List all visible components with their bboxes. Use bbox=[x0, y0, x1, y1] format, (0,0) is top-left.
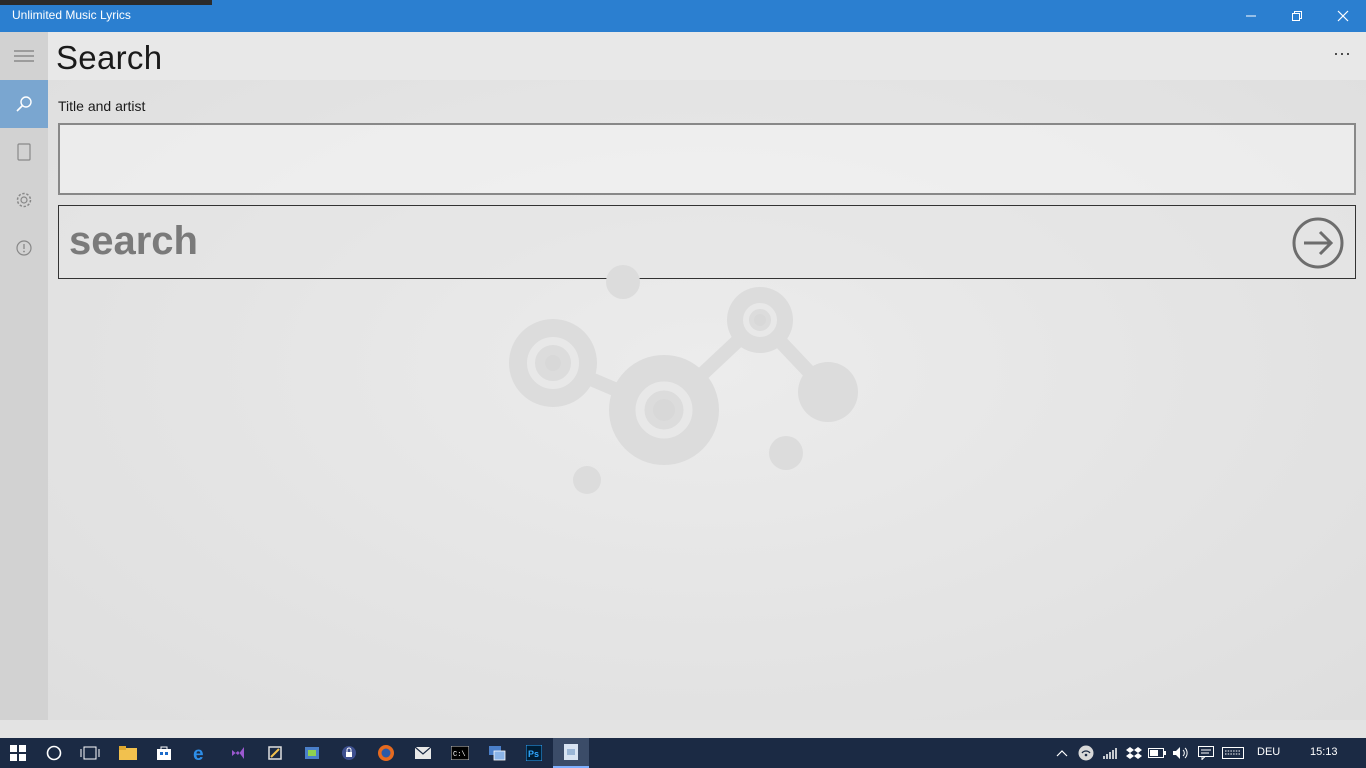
restore-icon bbox=[1292, 11, 1302, 21]
minimize-button[interactable] bbox=[1228, 0, 1274, 32]
edge-browser-icon: e bbox=[193, 744, 204, 762]
arrow-right-circle-icon bbox=[1292, 217, 1344, 269]
media-app-icon bbox=[305, 747, 319, 759]
hamburger-menu-button[interactable] bbox=[0, 32, 48, 80]
page-header: Search ··· bbox=[48, 32, 1366, 80]
more-options-button[interactable]: ··· bbox=[1324, 40, 1360, 72]
title-artist-input[interactable] bbox=[58, 123, 1356, 195]
taskbar-visual-studio[interactable] bbox=[220, 738, 256, 768]
clock[interactable]: 15:13 bbox=[1310, 746, 1338, 758]
nav-item-about[interactable] bbox=[0, 224, 48, 272]
title-bar-accent bbox=[0, 0, 212, 5]
wifi-app-icon bbox=[1078, 745, 1094, 761]
search-icon bbox=[16, 96, 32, 112]
cortana-circle-icon bbox=[46, 745, 62, 761]
svg-text:e: e bbox=[193, 744, 204, 762]
taskbar-command-prompt[interactable]: C:\ bbox=[442, 738, 478, 768]
taskbar-remote-desktop[interactable] bbox=[479, 738, 515, 768]
start-button[interactable] bbox=[0, 738, 36, 768]
page-title: Search bbox=[56, 39, 163, 76]
close-button[interactable] bbox=[1320, 0, 1366, 32]
svg-text:Ps: Ps bbox=[528, 749, 539, 759]
gear-icon bbox=[16, 192, 32, 208]
windows-logo-icon bbox=[10, 745, 26, 761]
app-bottom-bar bbox=[0, 720, 1366, 738]
taskbar-app-1[interactable] bbox=[257, 738, 293, 768]
battery-icon bbox=[1148, 748, 1166, 758]
volume-button[interactable] bbox=[1170, 738, 1192, 768]
network-button[interactable] bbox=[1100, 738, 1122, 768]
nav-item-lyrics[interactable] bbox=[0, 128, 48, 176]
taskbar-app-3[interactable] bbox=[331, 738, 367, 768]
touch-keyboard-button[interactable] bbox=[1220, 738, 1246, 768]
cortana-button[interactable] bbox=[36, 738, 72, 768]
tools-icon bbox=[268, 746, 282, 760]
hamburger-icon bbox=[14, 50, 34, 62]
mail-icon bbox=[414, 746, 432, 759]
minimize-icon bbox=[1246, 15, 1256, 17]
taskbar-unlimited-music-lyrics[interactable] bbox=[553, 738, 589, 768]
info-icon bbox=[16, 240, 32, 256]
close-icon bbox=[1337, 10, 1349, 22]
store-bag-icon bbox=[157, 746, 171, 760]
windows-taskbar: e C:\ Ps DEU 15:13 bbox=[0, 738, 1366, 768]
app-page-icon bbox=[564, 744, 578, 760]
task-view-button[interactable] bbox=[72, 738, 108, 768]
taskbar-app-2[interactable] bbox=[294, 738, 330, 768]
task-view-icon bbox=[80, 746, 100, 760]
nav-item-search[interactable] bbox=[0, 80, 48, 128]
visual-studio-icon bbox=[232, 747, 244, 759]
page-icon bbox=[17, 143, 31, 161]
network-signal-icon bbox=[1103, 748, 1117, 759]
folder-icon bbox=[119, 746, 137, 760]
restore-button[interactable] bbox=[1274, 0, 1320, 32]
photoshop-icon: Ps bbox=[526, 745, 542, 761]
show-hidden-icons-button[interactable] bbox=[1052, 738, 1072, 768]
title-bar: Unlimited Music Lyrics bbox=[0, 0, 1366, 32]
battery-button[interactable] bbox=[1147, 738, 1167, 768]
window-title: Unlimited Music Lyrics bbox=[12, 8, 131, 22]
taskbar-photoshop[interactable]: Ps bbox=[516, 738, 552, 768]
nav-item-settings[interactable] bbox=[0, 176, 48, 224]
search-page: Title and artist search bbox=[48, 80, 1366, 720]
svg-text:C:\: C:\ bbox=[453, 751, 466, 759]
notification-icon bbox=[1198, 746, 1214, 760]
title-artist-label: Title and artist bbox=[58, 98, 146, 114]
search-button-label: search bbox=[69, 219, 198, 263]
taskbar-mail[interactable] bbox=[405, 738, 441, 768]
action-center-button[interactable] bbox=[1195, 738, 1217, 768]
speaker-icon bbox=[1173, 747, 1188, 759]
taskbar-edge[interactable]: e bbox=[183, 738, 219, 768]
remote-desktop-icon bbox=[489, 746, 506, 761]
chevron-up-icon bbox=[1056, 750, 1068, 757]
taskbar-file-explorer[interactable] bbox=[110, 738, 146, 768]
lock-app-icon bbox=[342, 746, 356, 760]
dropbox-button[interactable] bbox=[1124, 738, 1144, 768]
keyboard-icon bbox=[1222, 747, 1244, 759]
dropbox-icon bbox=[1126, 747, 1142, 759]
firefox-icon bbox=[378, 745, 394, 761]
side-nav bbox=[0, 32, 48, 720]
app-logo-watermark bbox=[509, 265, 858, 494]
taskbar-store[interactable] bbox=[146, 738, 182, 768]
taskbar-firefox[interactable] bbox=[368, 738, 404, 768]
command-prompt-icon: C:\ bbox=[451, 746, 469, 760]
tray-app-icon[interactable] bbox=[1075, 738, 1097, 768]
input-language-indicator[interactable]: DEU bbox=[1257, 746, 1280, 758]
